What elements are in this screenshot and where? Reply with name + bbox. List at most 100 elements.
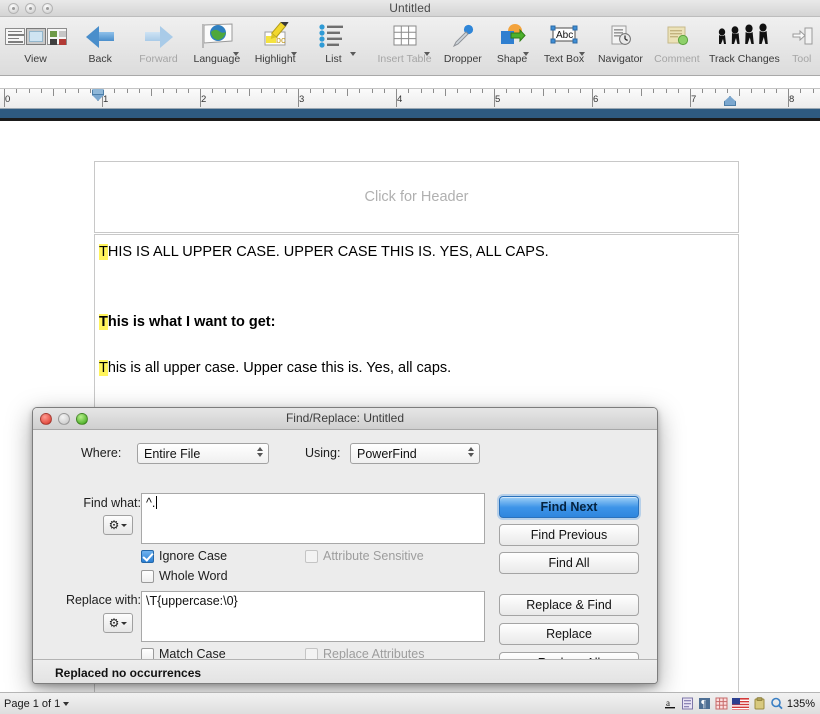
ruler-tick [286, 89, 287, 93]
ruler-tick [751, 89, 752, 93]
replace-with-value: \T{uppercase:\0} [146, 594, 238, 608]
chevron-down-icon[interactable] [424, 52, 430, 56]
ruler-band [0, 109, 820, 118]
checkbox-whole-word[interactable]: Whole Word [141, 569, 228, 583]
find-all-button[interactable]: Find All [499, 552, 639, 574]
paragraph-text-1: HIS IS ALL UPPER CASE. UPPER CASE THIS I… [108, 244, 549, 260]
ruler-tick [188, 89, 189, 93]
checkbox-box [141, 550, 154, 563]
ruler-tick [261, 89, 262, 93]
ruler-tick [482, 89, 483, 93]
document-paragraph-1[interactable]: THIS IS ALL UPPER CASE. UPPER CASE THIS … [99, 244, 549, 260]
ruler-tick [29, 89, 30, 93]
toolbar-item-shape[interactable]: Shape [488, 17, 535, 74]
toolbar-item-tool[interactable]: Tool [784, 17, 820, 74]
ruler-number: 6 [593, 94, 598, 105]
ruler-tick [519, 89, 520, 93]
toolbar-item-forward[interactable]: Forward [129, 17, 187, 74]
ruler-tick [617, 89, 618, 93]
highlighted-char-3: T [99, 360, 108, 376]
checkbox-attribute-sensitive[interactable]: Attribute Sensitive [305, 549, 424, 563]
status-bar: Page 1 of 1 a ¶ 13 [0, 692, 820, 714]
replace-options-gear-button[interactable]: ⚙ [103, 613, 133, 633]
zoom-level[interactable]: 135% [787, 698, 815, 710]
ruler-number: 1 [103, 94, 108, 105]
ruler-number: 0 [5, 94, 10, 105]
dialog-title-bar[interactable]: Find/Replace: Untitled [33, 408, 657, 430]
ruler-tick [4, 89, 5, 107]
toolbar-item-back[interactable]: Back [71, 17, 129, 74]
ruler-right-indent-marker[interactable] [724, 96, 736, 106]
where-dropdown[interactable]: Entire File [137, 443, 269, 464]
paragraph-text-2: his is what I want to get: [108, 314, 276, 330]
ruler[interactable]: 012345678 [0, 88, 820, 109]
ruler-tick [335, 89, 336, 93]
checkbox-ignore-case[interactable]: Ignore Case [141, 549, 227, 563]
checkbox-label-whole-word: Whole Word [159, 569, 228, 583]
ruler-tick [249, 89, 250, 96]
svg-text:¶: ¶ [701, 699, 706, 710]
ruler-tick [139, 89, 140, 93]
replace-and-find-button[interactable]: Replace & Find [499, 594, 639, 616]
main-window: Untitled View Back [0, 0, 820, 714]
text-cursor [156, 496, 157, 509]
toolbar-item-highlight[interactable]: abc Highlight [246, 17, 304, 74]
find-what-input[interactable]: ^. [141, 493, 485, 544]
underline-a-icon[interactable]: a [664, 697, 677, 710]
toolbar-label-dropper: Dropper [444, 53, 482, 65]
table-grid-icon [392, 20, 418, 52]
scope-row: Where: Entire File Using: PowerFind [33, 442, 657, 466]
ruler-tick [739, 89, 740, 96]
find-previous-button[interactable]: Find Previous [499, 524, 639, 546]
toolbar-label-highlight: Highlight [255, 53, 296, 65]
status-bar-tools: a ¶ 135% [664, 697, 820, 710]
toolbar-item-comment[interactable]: Comment [649, 17, 705, 74]
toolbar-item-text-box[interactable]: Abc Text Box [536, 17, 592, 74]
ruler-tick [800, 89, 801, 93]
ruler-tick [470, 89, 471, 93]
toolbar-item-track-changes[interactable]: Track Changes [705, 17, 783, 74]
grid-icon[interactable] [715, 697, 728, 710]
svg-text:a: a [666, 698, 670, 708]
chevron-down-icon[interactable] [291, 52, 297, 56]
ruler-first-line-marker[interactable] [92, 88, 104, 95]
dialog-status-text: Replaced no occurrences [33, 666, 201, 680]
toolbar-item-language[interactable]: Language [188, 17, 246, 74]
replace-with-input[interactable]: \T{uppercase:\0} [141, 591, 485, 642]
clipboard-icon[interactable] [753, 697, 766, 710]
pilcrow-icon[interactable]: ¶ [698, 697, 711, 710]
svg-text:Abc: Abc [556, 30, 573, 41]
ruler-tick [163, 89, 164, 93]
find-options-gear-button[interactable]: ⚙ [103, 515, 133, 535]
chevron-down-icon[interactable] [233, 52, 239, 56]
toolbar-item-view[interactable]: View [0, 17, 71, 74]
toolbar-item-navigator[interactable]: Navigator [592, 17, 648, 74]
toolbar-item-list[interactable]: List [304, 17, 362, 74]
page-indicator[interactable]: Page 1 of 1 [0, 698, 69, 710]
marker-pen-icon: abc [258, 20, 292, 52]
toolbar-item-insert-table[interactable]: Insert Table [372, 17, 438, 74]
find-next-button[interactable]: Find Next [499, 496, 639, 518]
chevron-down-icon[interactable] [350, 52, 356, 56]
find-what-value: ^. [146, 496, 155, 510]
page-layout-icon[interactable] [681, 697, 694, 710]
ruler-tick [53, 89, 54, 96]
document-paragraph-2[interactable]: This is what I want to get: [99, 314, 275, 330]
ruler-tick [237, 89, 238, 93]
chevron-down-icon[interactable] [579, 52, 585, 56]
chevron-down-icon[interactable] [523, 52, 529, 56]
magnifier-icon[interactable] [770, 697, 783, 710]
find-replace-dialog[interactable]: Find/Replace: Untitled Where: Entire Fil… [32, 407, 658, 684]
toolbar-item-dropper[interactable]: Dropper [437, 17, 488, 74]
replace-button[interactable]: Replace [499, 623, 639, 645]
flag-icon[interactable] [732, 697, 749, 710]
using-dropdown[interactable]: PowerFind [350, 443, 480, 464]
document-paragraph-3[interactable]: This is all upper case. Upper case this … [99, 360, 451, 376]
ruler-tick [151, 89, 152, 96]
ruler-tick [494, 89, 495, 107]
bullet-list-icon [318, 20, 348, 52]
where-label: Where: [81, 446, 121, 460]
ruler-tick [543, 89, 544, 96]
chevron-down-icon[interactable] [63, 702, 69, 706]
document-header-region[interactable]: Click for Header [94, 161, 739, 233]
